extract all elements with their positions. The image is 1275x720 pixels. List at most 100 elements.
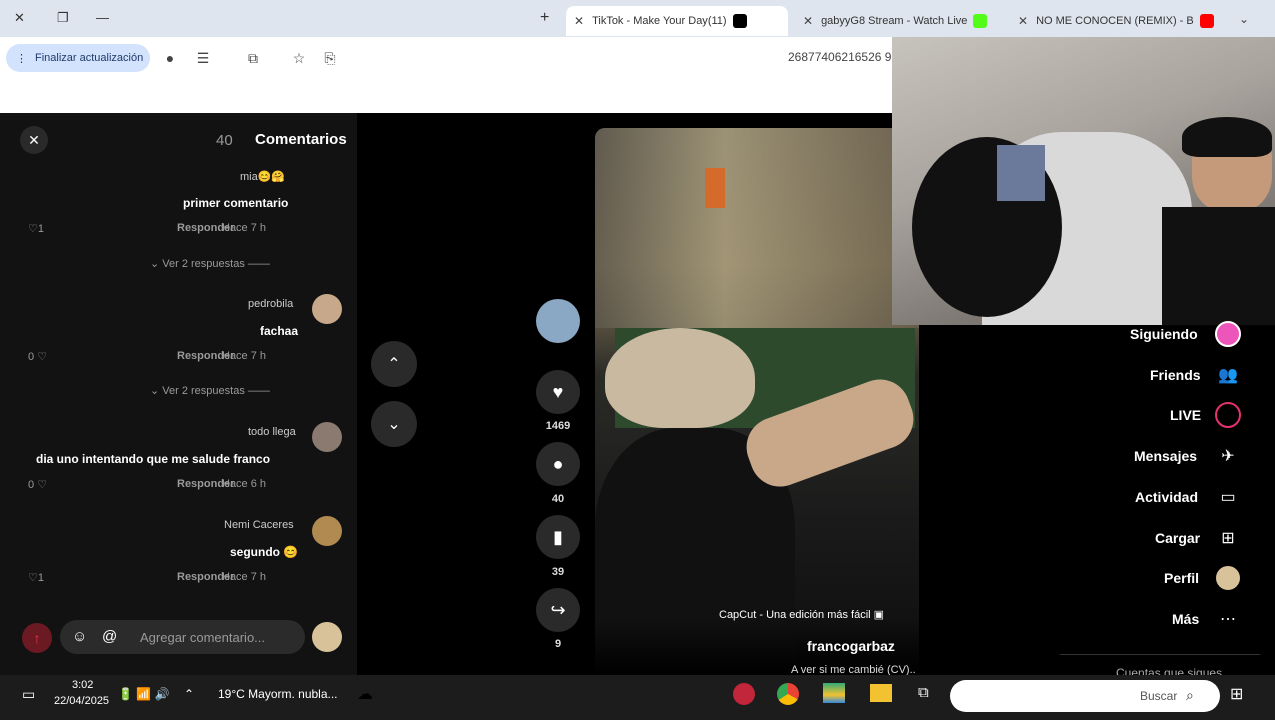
comment-text: dia uno intentando que me salude franco (36, 452, 271, 466)
comment-text: segundo 😊 (230, 545, 299, 559)
friends-icon: 👥 (1218, 367, 1238, 384)
heart-icon: ♡ (37, 479, 48, 491)
clock-time[interactable]: 3:02 (72, 679, 93, 691)
reply-link[interactable]: Responder (177, 571, 234, 583)
emoji-icon[interactable]: ☺ (72, 628, 87, 645)
save-count: 39 (551, 566, 565, 578)
add-comment-input[interactable]: ☺ @ Agregar comentario... (60, 620, 305, 654)
app-icon[interactable] (823, 683, 845, 703)
previous-video-button[interactable]: ⌃ (371, 341, 417, 387)
sidebar-item-live[interactable]: LIVE (1170, 407, 1201, 423)
minimize-icon[interactable]: — (96, 10, 109, 25)
task-view-icon[interactable]: ⧉ (918, 684, 929, 701)
avatar-icon (1214, 320, 1242, 348)
next-video-button[interactable]: ⌄ (371, 401, 417, 447)
view-replies-link[interactable]: ⌄ Ver 2 respuestas —— (150, 257, 270, 270)
comment-count: 40 (551, 493, 565, 505)
sidebar-item-mensajes[interactable]: Mensajes (1134, 448, 1197, 464)
comment-button[interactable]: ● (536, 442, 580, 486)
sidebar-item-actividad[interactable]: Actividad (1135, 489, 1198, 505)
webcam-person-right-body (1162, 207, 1275, 325)
sidebar-item-mas[interactable]: Más (1172, 611, 1199, 627)
video-author[interactable]: francogarbaz (807, 638, 895, 654)
chrome-icon[interactable] (777, 683, 799, 705)
send-icon: ✈ (1221, 448, 1235, 465)
show-hidden-icons-icon[interactable]: ⌃ (184, 687, 194, 701)
comment-like[interactable]: 0 ♡ (28, 350, 47, 363)
activity-icon: ▭ (1220, 489, 1236, 506)
like-count: 0 (28, 479, 35, 491)
comment-like[interactable]: 0 ♡ (28, 478, 47, 491)
comment-user[interactable]: Nemi Caceres (224, 519, 294, 531)
close-tab-icon[interactable]: ✕ (803, 14, 813, 28)
save-button[interactable]: ▮ (536, 515, 580, 559)
file-explorer-icon[interactable] (870, 684, 892, 702)
comment-user[interactable]: pedrobila (248, 298, 293, 310)
sidebar-item-perfil[interactable]: Perfil (1164, 570, 1199, 586)
creator-avatar[interactable] (536, 299, 580, 343)
recorder-icon[interactable] (733, 683, 755, 705)
close-window-icon[interactable]: ✕ (14, 10, 25, 26)
close-tab-icon[interactable]: ✕ (574, 14, 584, 28)
video-caption: A ver si me cambié (CV)... (791, 664, 919, 675)
close-tab-icon[interactable]: ✕ (1018, 14, 1028, 28)
video-person-head (605, 328, 755, 428)
extensions-puzzle-icon[interactable]: ⧉ (243, 48, 263, 68)
sidebar-item-friends[interactable]: Friends (1150, 367, 1201, 383)
comments-count: 40 (216, 132, 233, 149)
avatar[interactable] (312, 516, 342, 546)
tab-search-icon[interactable]: ⌄ (1232, 9, 1256, 29)
tab-tiktok[interactable]: ✕ (11)TikTok - Make Your Day (566, 6, 788, 36)
share-count: 9 (554, 638, 562, 650)
reply-link[interactable]: Responder (177, 222, 234, 234)
avatar[interactable] (312, 422, 342, 452)
taskbar-search[interactable]: ⌕ Buscar (950, 680, 1220, 712)
close-comments-button[interactable]: ✕ (20, 126, 48, 154)
new-tab-button[interactable]: + (540, 9, 549, 27)
comment-like[interactable]: ♡1 (28, 571, 44, 584)
chevron-down-icon: ⌄ (387, 416, 401, 433)
search-placeholder: Buscar (1140, 689, 1178, 703)
heart-icon: ♡ (37, 351, 48, 363)
cast-icon[interactable]: ⎘ (320, 48, 340, 68)
avatar[interactable] (312, 294, 342, 324)
address-bar[interactable]: 26877406216526 9 (788, 50, 891, 64)
windows-start-icon[interactable]: ⊞ (1230, 684, 1250, 704)
mention-icon[interactable]: @ (102, 628, 117, 645)
comment-user[interactable]: todo llega (248, 426, 296, 438)
view-replies-link[interactable]: ⌄ Ver 2 respuestas —— (150, 384, 270, 397)
tiktok-favicon-icon (732, 14, 747, 28)
extension-icon[interactable]: ● (160, 48, 180, 68)
tab-title: (11)TikTok - Make Your Day (592, 15, 727, 27)
live-icon (1214, 401, 1242, 429)
profile-icon (1214, 564, 1242, 592)
kick-favicon-icon (973, 14, 988, 28)
bookmark-star-icon[interactable]: ☆ (289, 48, 309, 68)
comment-user[interactable]: mia😊🤗 (240, 170, 285, 183)
comment-like[interactable]: ♡1 (28, 222, 44, 235)
weather-text[interactable]: 19°C Mayorm. nubla... (218, 687, 338, 701)
notifications-icon[interactable]: ▭ (22, 686, 35, 703)
sidebar-item-siguiendo[interactable]: Siguiendo (1130, 326, 1198, 342)
update-button[interactable]: ⋮ Finalizar actualización (6, 44, 150, 72)
weather-cloud-icon: ☁ (357, 686, 373, 703)
like-button[interactable]: ♥ (536, 370, 580, 414)
heart-icon: ♥ (552, 381, 564, 402)
share-button[interactable]: ↪ (536, 588, 580, 632)
reply-link[interactable]: Responder (177, 350, 234, 362)
capcut-text: CapCut - Una edición más fácil (719, 609, 871, 621)
update-label: Finalizar actualización (35, 52, 144, 64)
system-tray-icons[interactable]: 🔋 📶 🔊 (118, 687, 170, 701)
more-icon: ⋯ (1220, 611, 1236, 628)
send-comment-button[interactable]: ↑ (22, 623, 52, 653)
tab-kick[interactable]: ✕ gabyyG8 Stream - Watch Live (795, 6, 1005, 36)
heart-icon: ♡ (28, 572, 38, 584)
divider (1060, 654, 1260, 655)
sidebar-item-cargar[interactable]: Cargar (1155, 530, 1200, 546)
tab-youtube[interactable]: ✕ NO ME CONOCEN (REMIX) - B (1010, 6, 1225, 36)
reply-link[interactable]: Responder (177, 478, 234, 490)
clock-date[interactable]: 22/04/2025 (54, 695, 109, 707)
video-player[interactable]: CapCut - Una edición más fácil ▣ francog… (595, 128, 919, 675)
restore-icon[interactable]: ❐ (57, 10, 69, 26)
reading-list-icon[interactable]: ☰ (193, 48, 213, 68)
